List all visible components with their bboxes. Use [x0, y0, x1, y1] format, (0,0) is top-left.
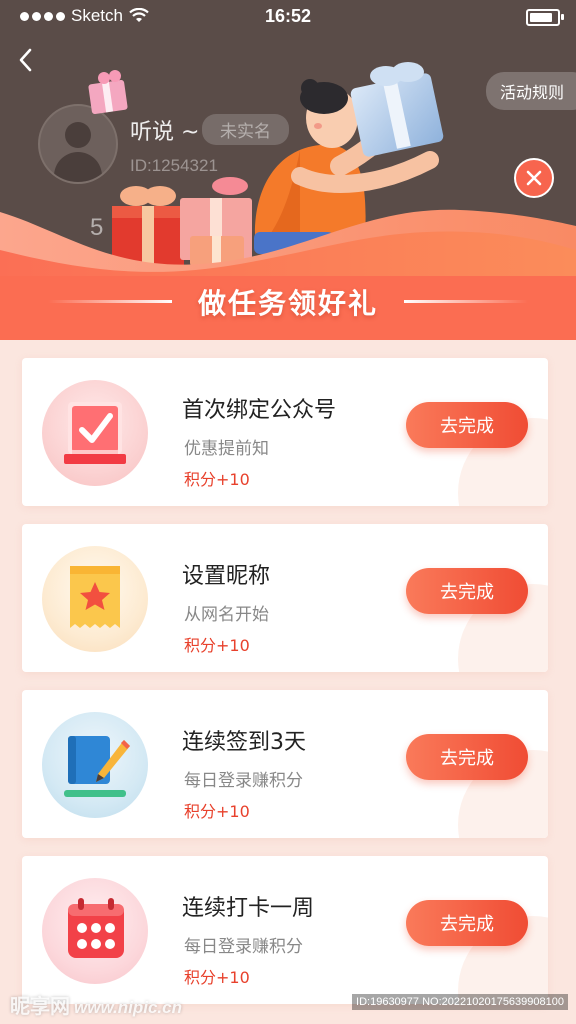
watermark-url: www.nipic.cn [74, 998, 182, 1017]
task-subtitle: 每日登录赚积分 [184, 937, 303, 957]
watermark-code: ID:19630977 NO:20221020175639908100 [352, 994, 568, 1010]
clock: 16:52 [264, 6, 312, 26]
status-bar: Sketch 16:52 [0, 0, 576, 34]
checked-document-icon [64, 402, 126, 464]
task-card: 设置昵称 从网名开始 积分+10 去完成 [22, 524, 548, 672]
task-icon-circle [42, 546, 148, 652]
task-card: 连续签到3天 每日登录赚积分 积分+10 去完成 [22, 690, 548, 838]
task-icon-circle [42, 712, 148, 818]
task-center-page: 听说 ~ 未实名 ID:1254321 5 Sketch 16:52 活动规则 … [0, 0, 576, 1024]
task-card: 首次绑定公众号 优惠提前知 积分+10 去完成 [22, 358, 548, 506]
task-subtitle: 从网名开始 [184, 605, 269, 625]
complete-task-button[interactable]: 去完成 [406, 734, 528, 780]
pencil-notebook-icon [64, 736, 130, 797]
calendar-dots-icon [68, 898, 124, 958]
task-subtitle: 每日登录赚积分 [184, 771, 303, 791]
watermark-site: 昵享网 [10, 994, 70, 1018]
star-ticket-icon [70, 566, 120, 628]
task-subtitle: 优惠提前知 [184, 439, 269, 459]
task-title: 设置昵称 [182, 564, 271, 589]
watermark-logo: 昵享网 www.nipic.cn [10, 990, 182, 1019]
back-icon[interactable] [14, 46, 38, 74]
complete-task-button[interactable]: 去完成 [406, 568, 528, 614]
complete-task-button[interactable]: 去完成 [406, 402, 528, 448]
pink-gift-icon [88, 70, 128, 114]
red-gift-icon [112, 186, 184, 270]
close-icon [526, 170, 542, 186]
task-title: 连续打卡一周 [182, 896, 315, 921]
task-list: 首次绑定公众号 优惠提前知 积分+10 去完成 设置昵称 从网名开始 积分+10… [0, 340, 576, 1024]
task-points: 积分+10 [184, 968, 250, 987]
close-button[interactable] [514, 158, 554, 198]
activity-rules-button[interactable]: 活动规则 [485, 72, 576, 110]
task-icon-circle [42, 380, 148, 486]
battery-icon [526, 9, 564, 26]
complete-task-button[interactable]: 去完成 [406, 900, 528, 946]
task-card: 连续打卡一周 每日登录赚积分 积分+10 去完成 [22, 856, 548, 1004]
task-icon-circle [42, 878, 148, 984]
task-points: 积分+10 [184, 470, 250, 489]
task-points: 积分+10 [184, 636, 250, 655]
task-title: 首次绑定公众号 [182, 398, 337, 423]
task-points: 积分+10 [184, 802, 250, 821]
title-divider-right [404, 300, 528, 303]
task-title: 连续签到3天 [182, 730, 306, 755]
blue-gift-icon [350, 62, 444, 157]
